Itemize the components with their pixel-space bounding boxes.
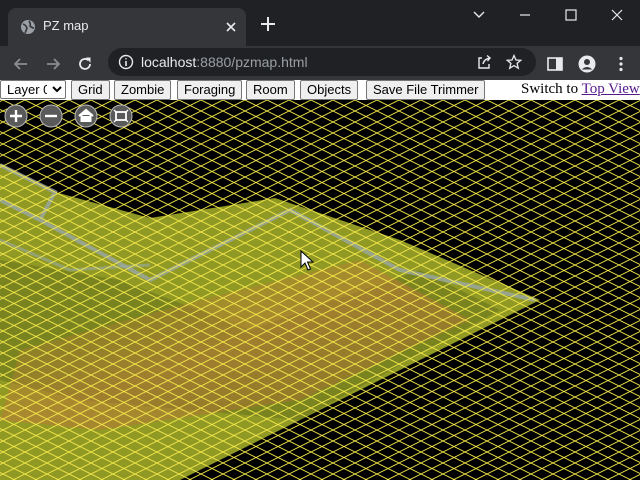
top-view-link[interactable]: Top View (582, 81, 640, 97)
page-content: Layer 0 Grid Zombie Foraging Room Object… (0, 80, 640, 480)
grid-overlay (0, 100, 640, 480)
url-host: localhost (141, 54, 197, 70)
close-window-button[interactable] (594, 0, 640, 30)
fullscreen-icon[interactable] (109, 104, 133, 128)
info-icon[interactable] (118, 54, 134, 70)
mouse-cursor-icon (300, 250, 314, 271)
close-icon (611, 9, 623, 21)
address-bar[interactable]: localhost:8880/pzmap.html (108, 48, 536, 76)
reload-icon (79, 57, 91, 70)
arrow-right-icon (47, 58, 61, 70)
reload-button[interactable] (72, 51, 98, 77)
layer-select[interactable]: Layer 0 (0, 80, 66, 99)
forward-button[interactable] (40, 51, 66, 77)
zoom-out-icon[interactable] (39, 104, 63, 128)
grid-button[interactable]: Grid (71, 80, 110, 100)
foraging-button[interactable]: Foraging (177, 80, 243, 100)
share-icon[interactable] (476, 54, 492, 70)
map-controls-bar: Layer 0 Grid Zombie Foraging Room Object… (0, 80, 640, 100)
room-button[interactable]: Room (246, 80, 295, 100)
objects-button[interactable]: Objects (300, 80, 359, 100)
url-path: :8880/pzmap.html (196, 54, 308, 70)
zoom-in-icon[interactable] (4, 104, 28, 128)
kebab-menu-icon[interactable] (612, 55, 630, 73)
back-button[interactable] (8, 51, 34, 77)
minimize-icon (520, 14, 530, 16)
globe-icon (21, 20, 35, 34)
save-file-trimmer-button[interactable]: Save File Trimmer (366, 80, 486, 100)
maximize-icon (565, 9, 577, 21)
switch-view-text: Switch to Top View (521, 80, 640, 98)
minimize-button[interactable] (502, 0, 548, 30)
browser-toolbar: localhost:8880/pzmap.html (0, 46, 640, 80)
chevron-down-icon (473, 11, 485, 18)
tab-pz-map[interactable]: PZ map (8, 8, 246, 46)
profile-avatar-icon[interactable] (578, 55, 596, 73)
new-tab-icon[interactable] (258, 14, 278, 34)
url-text[interactable]: localhost:8880/pzmap.html (141, 53, 308, 71)
zombie-button[interactable]: Zombie (114, 80, 172, 100)
home-icon[interactable] (74, 104, 98, 128)
tab-search-button[interactable] (456, 0, 502, 30)
isometric-map[interactable] (0, 100, 640, 480)
tab-strip: PZ map (0, 0, 640, 46)
maximize-button[interactable] (548, 0, 594, 30)
tab-title: PZ map (43, 18, 89, 33)
switch-prefix: Switch to (521, 81, 579, 97)
bookmark-star-icon[interactable] (506, 54, 522, 70)
arrow-left-icon (13, 58, 27, 70)
side-panel-icon[interactable] (546, 55, 564, 73)
close-tab-icon[interactable] (222, 18, 240, 36)
